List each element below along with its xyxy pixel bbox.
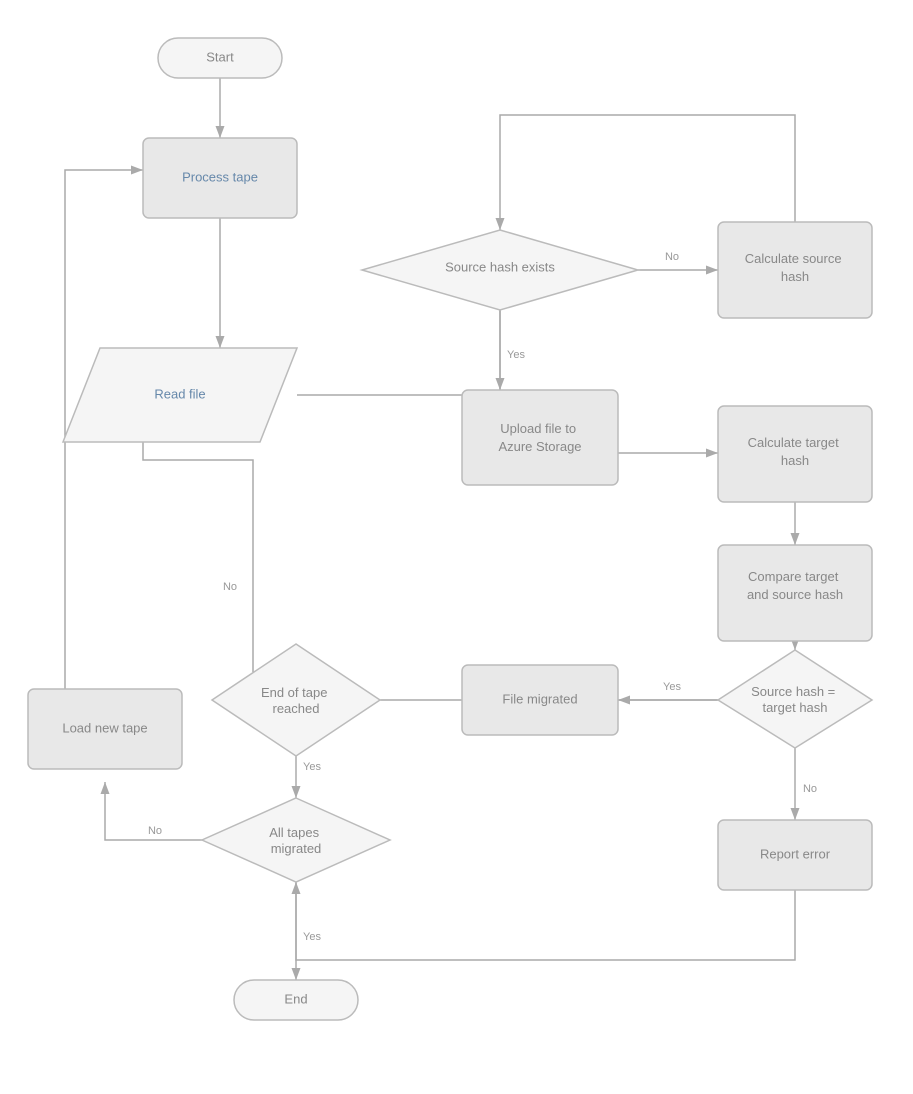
yes-label-4: Yes [303, 931, 321, 943]
process-tape-label: Process tape [182, 169, 258, 184]
read-file-label: Read file [154, 386, 205, 401]
end-label: End [284, 991, 307, 1006]
yes-label-2: Yes [663, 681, 681, 693]
source-hash-exists-label: Source hash exists [445, 259, 555, 274]
no-label-3: No [223, 581, 237, 593]
source-eq-target-label: Source hash = target hash [751, 684, 839, 715]
no-label-4: No [148, 825, 162, 837]
yes-label-1: Yes [507, 349, 525, 361]
file-migrated-label: File migrated [502, 691, 577, 706]
start-label: Start [206, 49, 234, 64]
load-new-tape-label: Load new tape [62, 720, 147, 735]
all-tapes-migrated-label: All tapes migrated [269, 825, 323, 856]
no-label-2: No [803, 783, 817, 795]
flowchart: No Yes Yes No No Yes No Yes Start Proces… [0, 0, 913, 1094]
yes-label-3: Yes [303, 761, 321, 773]
no-label-1: No [665, 251, 679, 263]
report-error-label: Report error [760, 846, 831, 861]
upload-file-node [462, 390, 618, 485]
